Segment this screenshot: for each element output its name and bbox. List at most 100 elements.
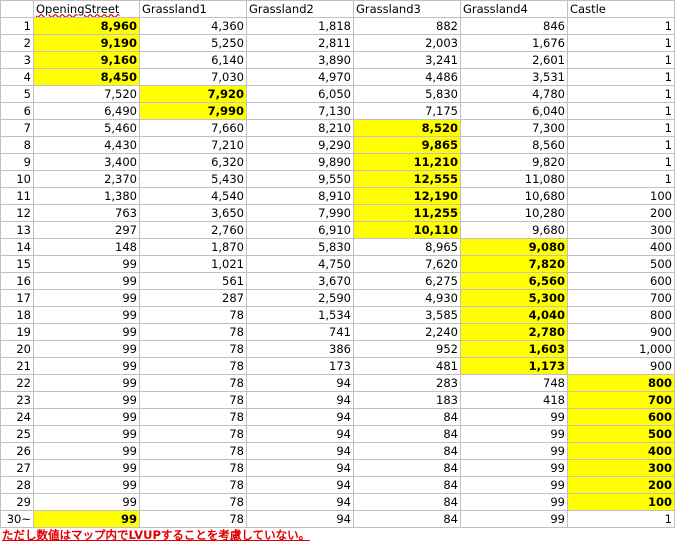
- table-cell[interactable]: 1: [567, 68, 675, 86]
- table-cell[interactable]: 94: [246, 425, 354, 443]
- table-cell[interactable]: 99: [33, 510, 140, 528]
- table-cell[interactable]: 9,190: [33, 34, 140, 52]
- table-cell[interactable]: 84: [353, 476, 461, 494]
- table-cell[interactable]: 1: [567, 170, 675, 188]
- row-label[interactable]: 10: [0, 170, 34, 188]
- table-cell[interactable]: 4,430: [33, 136, 140, 154]
- table-cell[interactable]: 99: [33, 289, 140, 307]
- table-cell[interactable]: 846: [460, 17, 568, 35]
- table-cell[interactable]: 300: [567, 459, 675, 477]
- table-cell[interactable]: 7,130: [246, 102, 354, 120]
- table-cell[interactable]: 1: [567, 102, 675, 120]
- row-label[interactable]: 27: [0, 459, 34, 477]
- table-cell[interactable]: 297: [33, 221, 140, 239]
- table-cell[interactable]: 100: [567, 187, 675, 205]
- table-cell[interactable]: 94: [246, 374, 354, 392]
- table-cell[interactable]: 7,660: [139, 119, 247, 137]
- table-cell[interactable]: 2,780: [460, 323, 568, 341]
- row-label[interactable]: 9: [0, 153, 34, 171]
- table-cell[interactable]: 1,000: [567, 340, 675, 358]
- table-cell[interactable]: 9,890: [246, 153, 354, 171]
- table-cell[interactable]: 700: [567, 289, 675, 307]
- table-cell[interactable]: 9,550: [246, 170, 354, 188]
- table-cell[interactable]: 5,250: [139, 34, 247, 52]
- table-cell[interactable]: 99: [460, 510, 568, 528]
- table-cell[interactable]: 6,140: [139, 51, 247, 69]
- table-cell[interactable]: 99: [460, 493, 568, 511]
- table-cell[interactable]: 7,990: [139, 102, 247, 120]
- column-header-openingstreet[interactable]: OpeningStreet: [33, 0, 140, 18]
- row-label[interactable]: 21: [0, 357, 34, 375]
- table-cell[interactable]: 11,255: [353, 204, 461, 222]
- table-cell[interactable]: 12,555: [353, 170, 461, 188]
- table-cell[interactable]: 287: [139, 289, 247, 307]
- table-cell[interactable]: 2,811: [246, 34, 354, 52]
- table-cell[interactable]: 1: [567, 153, 675, 171]
- table-cell[interactable]: 100: [567, 493, 675, 511]
- table-cell[interactable]: 94: [246, 476, 354, 494]
- row-label[interactable]: 23: [0, 391, 34, 409]
- row-label[interactable]: 29: [0, 493, 34, 511]
- table-cell[interactable]: 9,160: [33, 51, 140, 69]
- table-cell[interactable]: 78: [139, 476, 247, 494]
- table-cell[interactable]: 7,300: [460, 119, 568, 137]
- table-cell[interactable]: 9,080: [460, 238, 568, 256]
- table-cell[interactable]: 84: [353, 493, 461, 511]
- table-cell[interactable]: 99: [33, 408, 140, 426]
- table-cell[interactable]: 99: [33, 374, 140, 392]
- table-cell[interactable]: 3,531: [460, 68, 568, 86]
- table-cell[interactable]: 1: [567, 510, 675, 528]
- table-cell[interactable]: 99: [33, 391, 140, 409]
- table-cell[interactable]: 7,820: [460, 255, 568, 273]
- row-label[interactable]: 19: [0, 323, 34, 341]
- row-label[interactable]: 7: [0, 119, 34, 137]
- table-cell[interactable]: 78: [139, 391, 247, 409]
- column-header-grassland2[interactable]: Grassland2: [246, 0, 354, 18]
- table-cell[interactable]: 1,173: [460, 357, 568, 375]
- table-cell[interactable]: 78: [139, 323, 247, 341]
- table-cell[interactable]: 78: [139, 493, 247, 511]
- table-cell[interactable]: 10,680: [460, 187, 568, 205]
- table-cell[interactable]: 4,486: [353, 68, 461, 86]
- table-cell[interactable]: 4,780: [460, 85, 568, 103]
- table-cell[interactable]: 5,430: [139, 170, 247, 188]
- row-label[interactable]: 11: [0, 187, 34, 205]
- table-cell[interactable]: 7,990: [246, 204, 354, 222]
- table-cell[interactable]: 800: [567, 374, 675, 392]
- row-label[interactable]: 18: [0, 306, 34, 324]
- table-cell[interactable]: 1,380: [33, 187, 140, 205]
- table-cell[interactable]: 952: [353, 340, 461, 358]
- table-cell[interactable]: 94: [246, 510, 354, 528]
- table-cell[interactable]: 200: [567, 476, 675, 494]
- table-cell[interactable]: 600: [567, 272, 675, 290]
- table-cell[interactable]: 12,190: [353, 187, 461, 205]
- table-cell[interactable]: 1: [567, 119, 675, 137]
- table-cell[interactable]: 78: [139, 442, 247, 460]
- table-cell[interactable]: 11,210: [353, 153, 461, 171]
- table-cell[interactable]: 500: [567, 425, 675, 443]
- table-cell[interactable]: 7,520: [33, 85, 140, 103]
- table-cell[interactable]: 4,040: [460, 306, 568, 324]
- table-cell[interactable]: 10,110: [353, 221, 461, 239]
- table-cell[interactable]: 1,676: [460, 34, 568, 52]
- table-cell[interactable]: 8,450: [33, 68, 140, 86]
- table-cell[interactable]: 4,750: [246, 255, 354, 273]
- table-cell[interactable]: 1: [567, 85, 675, 103]
- table-cell[interactable]: 7,030: [139, 68, 247, 86]
- table-cell[interactable]: 94: [246, 391, 354, 409]
- table-cell[interactable]: 84: [353, 459, 461, 477]
- column-header-grassland4[interactable]: Grassland4: [460, 0, 568, 18]
- table-cell[interactable]: 99: [33, 425, 140, 443]
- row-label[interactable]: 5: [0, 85, 34, 103]
- row-label[interactable]: 2: [0, 34, 34, 52]
- table-cell[interactable]: 600: [567, 408, 675, 426]
- row-label[interactable]: 26: [0, 442, 34, 460]
- table-cell[interactable]: 78: [139, 357, 247, 375]
- table-cell[interactable]: 1,534: [246, 306, 354, 324]
- table-cell[interactable]: 99: [460, 476, 568, 494]
- table-cell[interactable]: 99: [33, 340, 140, 358]
- row-label[interactable]: 1: [0, 17, 34, 35]
- table-cell[interactable]: 7,210: [139, 136, 247, 154]
- table-cell[interactable]: 6,275: [353, 272, 461, 290]
- table-cell[interactable]: 1,818: [246, 17, 354, 35]
